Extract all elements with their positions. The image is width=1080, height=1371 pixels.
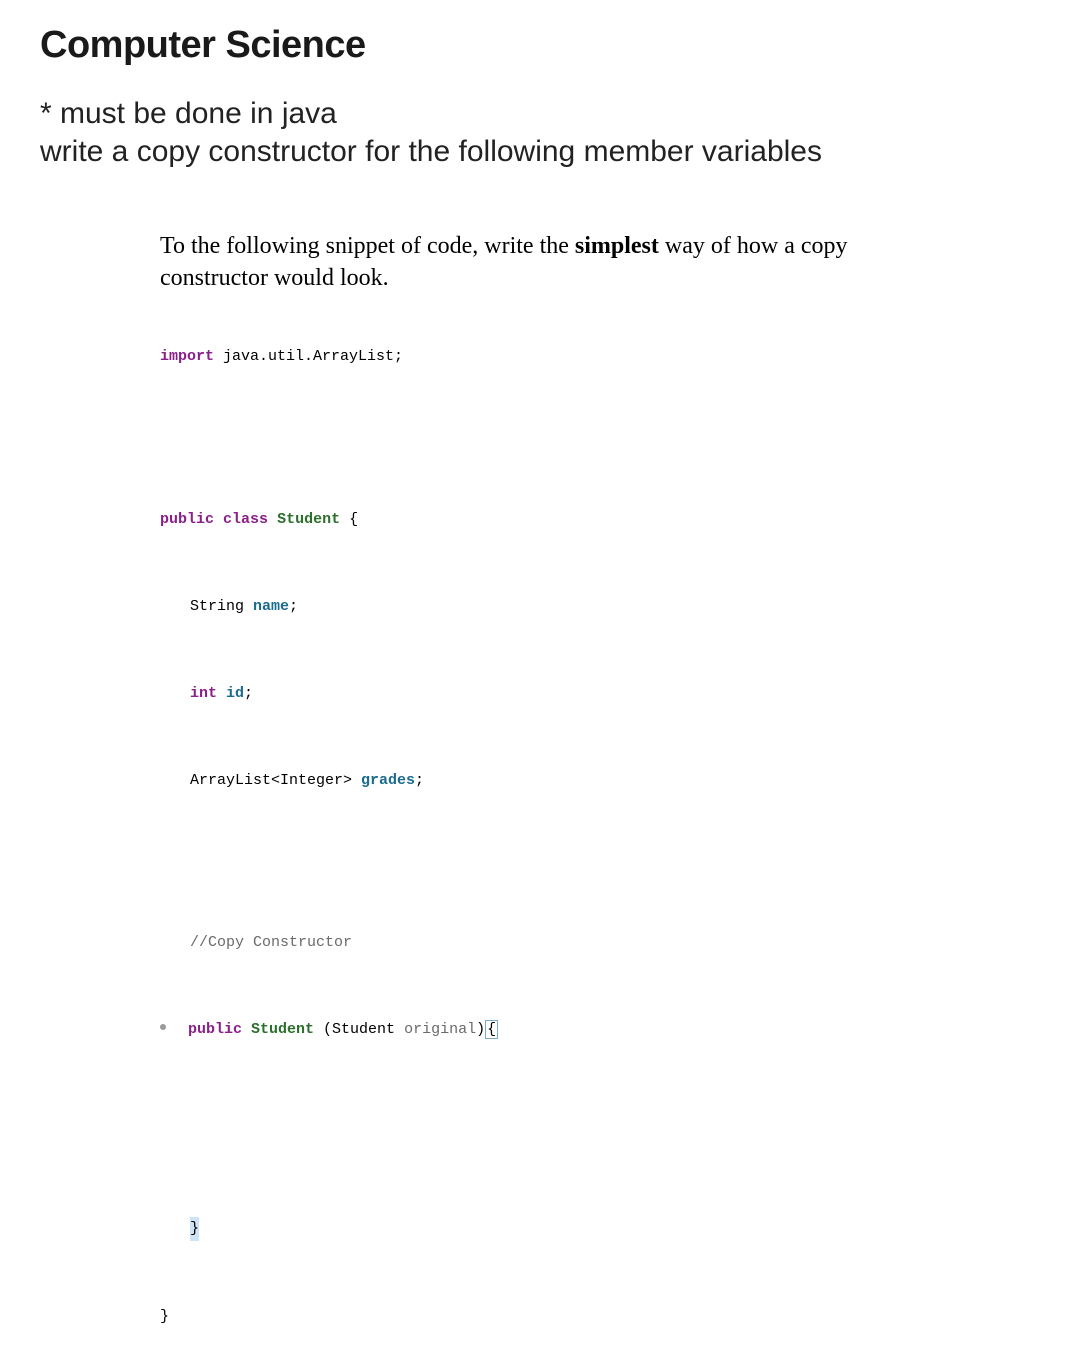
code-line-close-inner: } xyxy=(160,1217,940,1241)
var-id: id xyxy=(226,685,244,702)
page-title: Computer Science xyxy=(40,24,1040,67)
instruction-bold: simplest xyxy=(575,233,659,259)
keyword-public-2: public xyxy=(188,1021,242,1038)
keyword-public: public xyxy=(160,511,214,528)
code-line-import: import java.util.ArrayList; xyxy=(160,346,940,368)
cursor-box-icon: { xyxy=(485,1020,498,1039)
instruction-text: To the following snippet of code, write … xyxy=(160,230,940,295)
code-line-constructor: public Student (Student original){ xyxy=(160,1019,940,1041)
prompt-text: * must be done in java write a copy cons… xyxy=(40,95,1040,170)
code-line-class-decl: public class Student { xyxy=(160,509,940,531)
code-line-field-grades: ArrayList<Integer> grades; xyxy=(160,770,940,792)
type-string: String xyxy=(190,598,253,615)
code-line-close-outer: } xyxy=(160,1306,940,1328)
keyword-int: int xyxy=(190,685,217,702)
code-line-field-id: int id; xyxy=(160,683,940,705)
code-snippet: import java.util.ArrayList; public class… xyxy=(160,303,940,1371)
var-grades: grades xyxy=(361,772,415,789)
type-arraylist: ArrayList<Integer> xyxy=(190,772,361,789)
ctor-open-paren: (Student xyxy=(314,1021,404,1038)
comment-text: //Copy Constructor xyxy=(190,934,352,951)
code-line-field-name: String name; xyxy=(160,596,940,618)
keyword-import: import xyxy=(160,348,214,365)
import-path: java.util.ArrayList; xyxy=(214,348,403,365)
prompt-line-1: * must be done in java xyxy=(40,97,337,130)
code-line-comment: //Copy Constructor xyxy=(160,932,940,954)
highlighted-brace: } xyxy=(190,1217,199,1241)
ctor-close-paren: ) xyxy=(476,1021,485,1038)
class-name: Student xyxy=(277,511,340,528)
instruction-prefix: To the following snippet of code, write … xyxy=(160,233,575,259)
constructor-name: Student xyxy=(251,1021,314,1038)
question-block: To the following snippet of code, write … xyxy=(160,230,940,1371)
var-name: name xyxy=(253,598,289,615)
keyword-class: class xyxy=(223,511,268,528)
ctor-arg: original xyxy=(404,1021,476,1038)
open-brace: { xyxy=(340,511,358,528)
gutter-dot-icon xyxy=(160,1024,166,1030)
prompt-line-2: write a copy constructor for the followi… xyxy=(40,135,822,168)
